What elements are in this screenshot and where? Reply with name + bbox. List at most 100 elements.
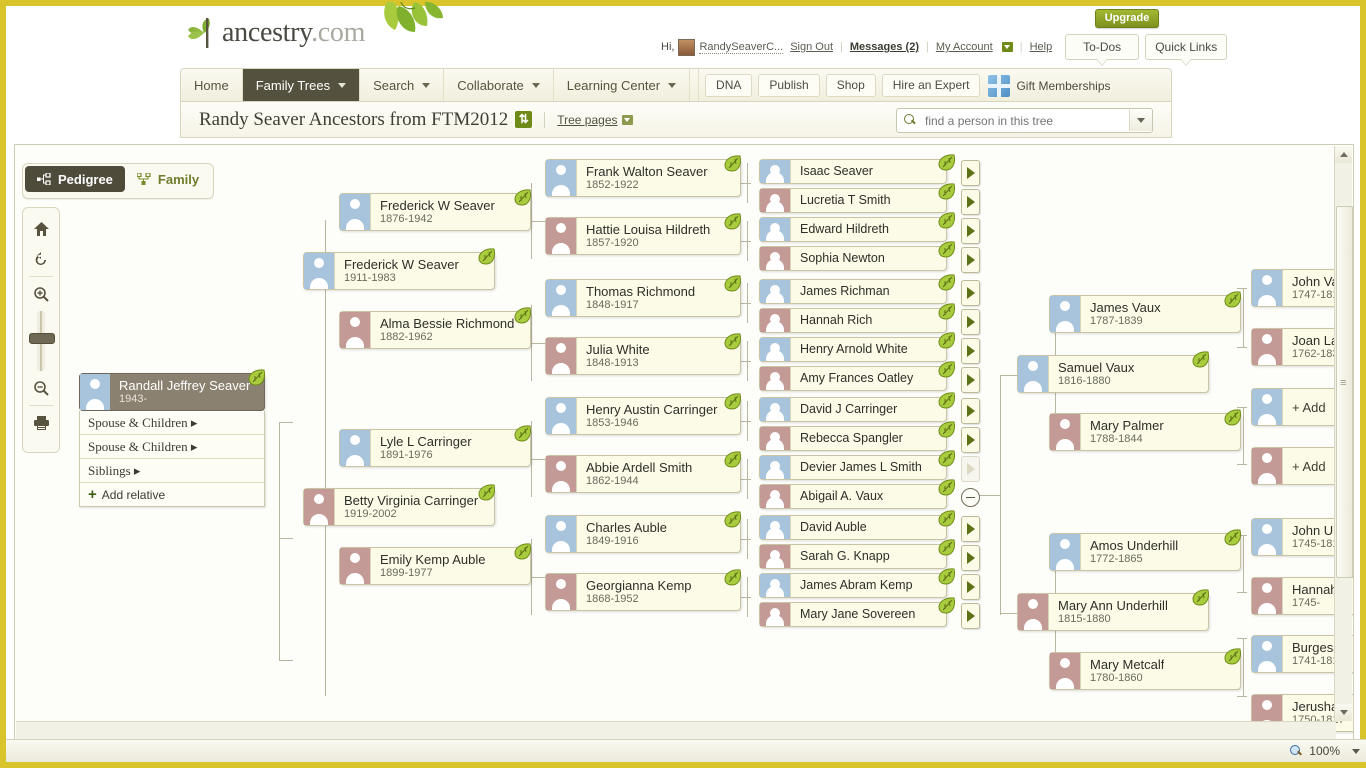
person-card[interactable]: Hattie Louisa Hildreth 1857-1920 — [545, 217, 741, 255]
zoom-out-icon[interactable] — [26, 373, 56, 403]
home-icon[interactable] — [26, 214, 56, 244]
person-card[interactable]: Mary Ann Underhill 1815-1880 — [1017, 593, 1209, 631]
person-card[interactable]: Lyle L Carringer 1891-1976 — [339, 429, 531, 467]
reset-icon[interactable] — [26, 244, 56, 274]
nav-item-learning-center[interactable]: Learning Center — [554, 69, 691, 102]
help-link[interactable]: Help — [1030, 41, 1053, 53]
nav-button-publish[interactable]: Publish — [758, 74, 820, 97]
zoom-slider[interactable] — [29, 311, 55, 371]
person-card[interactable]: Lucretia T Smith — [759, 188, 947, 213]
person-card[interactable]: Frank Walton Seaver 1852-1922 — [545, 159, 741, 197]
expand-ancestors-button[interactable] — [961, 603, 980, 629]
person-card[interactable]: Mary Jane Sovereen — [759, 602, 947, 627]
root-person-menu[interactable]: Spouse & Children ▸ Spouse & Children ▸ … — [79, 411, 265, 507]
person-card[interactable]: Mary Palmer 1788-1844 — [1049, 413, 1241, 451]
scroll-down-button[interactable] — [1335, 704, 1352, 721]
quick-links-button[interactable]: Quick Links — [1145, 34, 1228, 66]
person-card-root[interactable]: Randall Jeffrey Seaver 1943- — [79, 373, 265, 411]
person-card[interactable]: Henry Austin Carringer 1853-1946 — [545, 397, 741, 435]
person-card[interactable]: Devier James L Smith — [759, 455, 947, 480]
expand-ancestors-button[interactable] — [961, 247, 980, 273]
person-card[interactable]: Frederick W Seaver 1876-1942 — [339, 193, 531, 231]
person-card[interactable]: Frederick W Seaver 1911-1983 — [303, 252, 495, 290]
menu-item-spouse-children-2[interactable]: Spouse & Children ▸ — [80, 435, 264, 459]
person-card[interactable]: Julia White 1848-1913 — [545, 337, 741, 375]
tree-search[interactable] — [896, 108, 1153, 133]
menu-item-siblings[interactable]: Siblings ▸ — [80, 459, 264, 483]
tab-family[interactable]: Family — [125, 166, 211, 192]
expand-ancestors-button[interactable] — [961, 280, 980, 306]
nav-item-home[interactable]: Home — [181, 69, 243, 102]
person-card[interactable]: Samuel Vaux 1816-1880 — [1017, 355, 1209, 393]
expand-ancestors-button[interactable] — [961, 218, 980, 244]
tree-pages-link[interactable]: Tree pages — [557, 113, 617, 127]
person-card[interactable]: James Abram Kemp — [759, 573, 947, 598]
search-input[interactable] — [923, 112, 1117, 129]
person-card[interactable]: Amy Frances Oatley — [759, 366, 947, 391]
nav-item-family-trees[interactable]: Family Trees — [242, 69, 361, 102]
person-card[interactable]: Isaac Seaver — [759, 159, 947, 184]
person-card[interactable]: Mary Metcalf 1780-1860 — [1049, 652, 1241, 690]
todos-button[interactable]: To-Dos — [1065, 34, 1140, 66]
person-card[interactable]: James Vaux 1787-1839 — [1049, 295, 1241, 333]
person-card[interactable]: Sophia Newton — [759, 246, 947, 271]
username-link[interactable]: RandySeaverC... — [699, 41, 784, 54]
person-card[interactable]: Alma Bessie Richmond 1882-1962 — [339, 311, 531, 349]
zoom-in-icon[interactable] — [26, 279, 56, 309]
expand-ancestors-button[interactable] — [961, 545, 980, 571]
expand-ancestors-button[interactable] — [961, 189, 980, 215]
person-card[interactable]: Rebecca Spangler — [759, 426, 947, 451]
tree-tool-rail[interactable] — [22, 207, 60, 453]
view-toggle[interactable]: Pedigree Family — [22, 163, 215, 199]
ancestry-logo[interactable]: ancestry.com — [186, 16, 365, 50]
horizontal-scrollbar[interactable] — [16, 721, 1336, 739]
nav-item-search[interactable]: Search — [360, 69, 445, 102]
expand-ancestors-button[interactable] — [961, 516, 980, 542]
person-card[interactable]: Hannah Rich — [759, 308, 947, 333]
expand-ancestors-button[interactable] — [961, 160, 980, 186]
expand-ancestors-button[interactable] — [961, 367, 980, 393]
sort-icon[interactable]: ⇅ — [515, 111, 533, 128]
nav-item-collaborate[interactable]: Collaborate — [444, 69, 554, 102]
messages-link[interactable]: Messages (2) — [850, 41, 919, 53]
avatar[interactable] — [678, 38, 696, 56]
person-card[interactable]: Thomas Richmond 1848-1917 — [545, 279, 741, 317]
scroll-up-button[interactable] — [1335, 146, 1352, 163]
person-card[interactable]: Amos Underhill 1772-1865 — [1049, 533, 1241, 571]
print-icon[interactable] — [26, 408, 56, 438]
nav-button-hire-an-expert[interactable]: Hire an Expert — [881, 74, 981, 97]
nav-button-shop[interactable]: Shop — [825, 74, 876, 97]
my-account-link[interactable]: My Account — [936, 41, 993, 53]
expand-ancestors-button[interactable] — [961, 309, 980, 335]
person-card[interactable]: Edward Hildreth — [759, 217, 947, 242]
person-card[interactable]: Betty Virginia Carringer 1919-2002 — [303, 488, 495, 526]
vertical-scrollbar[interactable] — [1334, 146, 1353, 721]
chevron-down-icon[interactable] — [1352, 748, 1360, 754]
sign-out-link[interactable]: Sign Out — [790, 41, 833, 53]
menu-item-add-relative[interactable]: + Add relative — [80, 483, 264, 506]
person-card[interactable]: Henry Arnold White — [759, 337, 947, 362]
collapse-ancestors-button[interactable] — [961, 488, 980, 507]
scrollbar-thumb[interactable] — [1336, 206, 1353, 578]
person-card[interactable]: James Richman — [759, 279, 947, 304]
expand-ancestors-button[interactable] — [961, 427, 980, 453]
tree-canvas[interactable]: www.heritagechristiancollege.com — [14, 144, 1354, 741]
person-card[interactable]: Emily Kemp Auble 1899-1977 — [339, 547, 531, 585]
chevron-down-icon[interactable] — [1001, 42, 1013, 52]
menu-item-spouse-children-1[interactable]: Spouse & Children ▸ — [80, 411, 264, 435]
chevron-down-icon[interactable] — [621, 114, 633, 125]
nav-button-dna[interactable]: DNA — [705, 74, 753, 97]
person-card[interactable]: Sarah G. Knapp — [759, 544, 947, 569]
expand-ancestors-button[interactable] — [961, 574, 980, 600]
person-card[interactable]: Charles Auble 1849-1916 — [545, 515, 741, 553]
upgrade-button[interactable]: Upgrade — [1095, 9, 1159, 28]
expand-ancestors-button[interactable] — [961, 398, 980, 424]
tab-pedigree[interactable]: Pedigree — [25, 166, 125, 192]
slider-thumb[interactable] — [29, 333, 55, 344]
nav-button-gift-memberships[interactable]: Gift Memberships — [988, 69, 1111, 102]
expand-ancestors-button[interactable] — [961, 338, 980, 364]
person-card[interactable]: David J Carringer — [759, 397, 947, 422]
person-card[interactable]: Abbie Ardell Smith 1862-1944 — [545, 455, 741, 493]
person-card[interactable]: Abigail A. Vaux — [759, 484, 947, 509]
person-card[interactable]: David Auble — [759, 515, 947, 540]
